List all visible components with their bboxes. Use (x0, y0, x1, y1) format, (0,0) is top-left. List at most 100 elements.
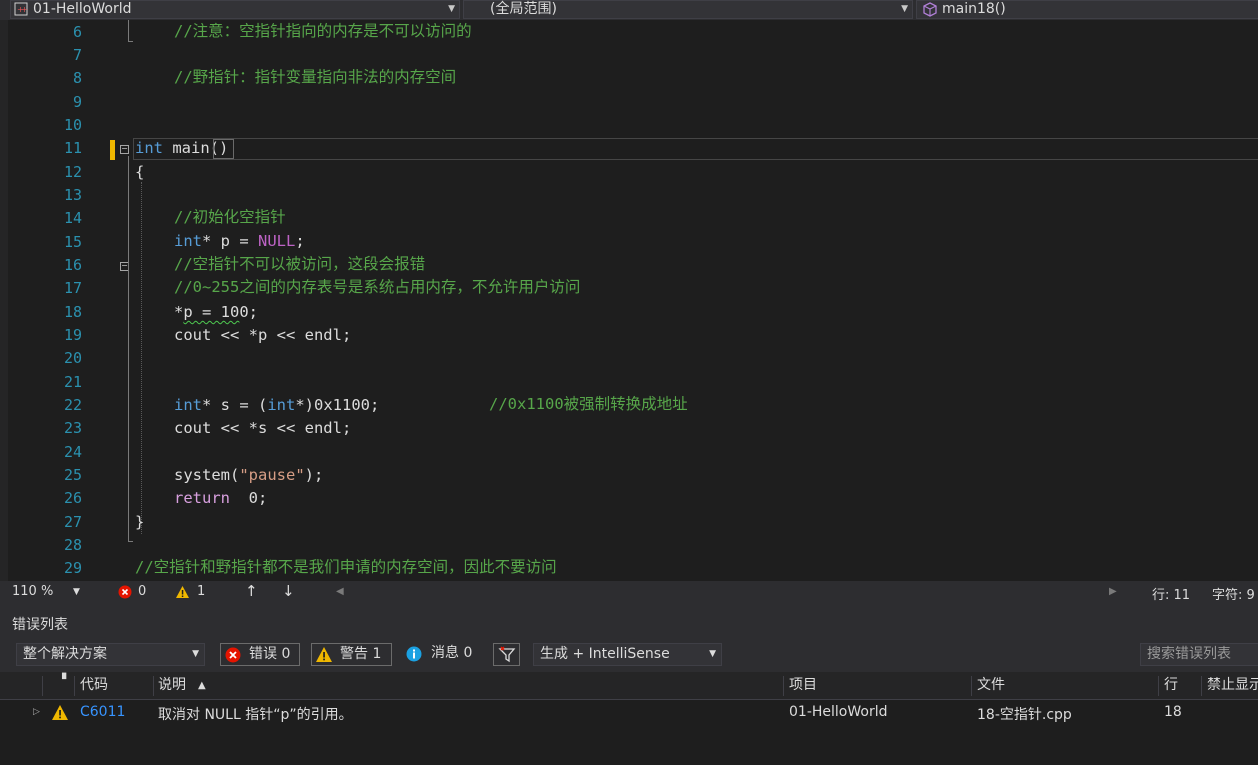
current-line-highlight (133, 138, 1258, 160)
errors-filter-label: 错误 0 (249, 646, 291, 662)
outline-guide-end (128, 41, 133, 42)
code-text: * (174, 303, 184, 321)
horizontal-scrollbar[interactable] (352, 581, 1104, 604)
code-text: system( (174, 466, 240, 484)
scroll-left-icon[interactable]: ◀ (336, 586, 344, 597)
chevron-down-icon: ▼ (192, 649, 199, 659)
column-separator[interactable] (783, 676, 784, 696)
column-separator[interactable] (153, 676, 154, 696)
line-number: 28 (63, 536, 82, 554)
line-number: 12 (63, 163, 82, 181)
line-number: 24 (63, 443, 82, 461)
chevron-down-icon[interactable]: ▼ (73, 587, 80, 597)
project-name: 01-HelloWorld (33, 1, 132, 17)
navigation-bar: + + 01-HelloWorld ▼ (全局范围) ▼ main18() (0, 0, 1258, 20)
code-line-18: *p = 100; (174, 302, 258, 322)
line-number: 7 (72, 46, 82, 64)
zoom-level[interactable]: 110 % (12, 584, 53, 599)
column-separator[interactable] (1158, 676, 1159, 696)
collapse-icon[interactable]: − (120, 145, 129, 154)
arrow-up-icon[interactable]: ↑ (245, 582, 258, 600)
column-separator[interactable] (42, 676, 43, 696)
code-line-19: cout << *p << endl; (174, 326, 352, 344)
column-header-file[interactable]: 文件 (977, 672, 1005, 699)
glyph-margin (8, 20, 32, 581)
chevron-down-icon: ▼ (901, 4, 908, 14)
arrow-down-icon[interactable]: ↓ (282, 582, 295, 600)
scope-label: (全局范围) (490, 1, 557, 17)
keyword: int (174, 232, 202, 250)
cpp-project-icon: + + (14, 2, 29, 16)
error-list-title: 错误列表 (12, 617, 68, 633)
scope-dropdown[interactable]: (全局范围) ▼ (463, 0, 913, 19)
code-line-23: cout << *s << endl; (174, 419, 352, 437)
sort-indicator-icon: ▘ (62, 673, 71, 686)
warning-description: 取消对 NULL 指针“p”的引用。 (158, 707, 353, 723)
change-indicator (110, 140, 115, 160)
warning-count[interactable]: 1 (197, 584, 205, 599)
warning-file: 18-空指针.cpp (977, 707, 1072, 723)
warning-line: 18 (1164, 704, 1182, 720)
error-list-toolbar: 整个解决方案 ▼ 错误 0 警告 1 消息 0 生成 + IntelliSens… (0, 638, 1258, 672)
column-header-line[interactable]: 行 (1164, 672, 1178, 699)
cursor-char: 字符: 9 (1212, 588, 1255, 603)
sort-ascending-icon: ▲ (198, 680, 206, 691)
column-header-code[interactable]: 代码 (80, 672, 108, 699)
line-number: 15 (63, 233, 82, 251)
line-number: 8 (72, 69, 82, 87)
error-list-title-bar: 错误列表 (0, 612, 1258, 638)
code-line-22: int* s = (int*)0x1100; (174, 395, 379, 415)
line-number: 10 (63, 116, 82, 134)
warnings-filter-button[interactable]: 警告 1 (311, 643, 392, 666)
column-header-description[interactable]: 说明 (158, 672, 186, 699)
line-number: 14 (63, 209, 82, 227)
chevron-down-icon: ▼ (448, 4, 455, 14)
column-separator[interactable] (74, 676, 75, 696)
line-number: 9 (72, 93, 82, 111)
error-count[interactable]: 0 (138, 584, 146, 599)
warning-squiggle[interactable]: p = 10 (183, 303, 239, 321)
brace-match-highlight (213, 139, 234, 159)
macro: NULL (258, 232, 296, 250)
project-dropdown[interactable]: + + 01-HelloWorld ▼ (10, 0, 460, 19)
funnel-filter-icon (498, 646, 516, 671)
column-header-project[interactable]: 项目 (789, 672, 817, 699)
errors-filter-button[interactable]: 错误 0 (220, 643, 300, 666)
chevron-down-icon: ▼ (709, 649, 716, 659)
build-source-dropdown[interactable]: 生成 + IntelliSense ▼ (533, 643, 722, 666)
scope-filter-dropdown[interactable]: 整个解决方案 ▼ (16, 643, 205, 666)
warnings-filter-label: 警告 1 (340, 646, 382, 662)
warning-project: 01-HelloWorld (789, 704, 888, 720)
line-number: 18 (63, 303, 82, 321)
column-separator[interactable] (971, 676, 972, 696)
line-number: 17 (63, 279, 82, 297)
search-error-list-input[interactable]: 搜索错误列表 (1140, 643, 1258, 666)
keyword: int (267, 396, 296, 414)
member-dropdown[interactable]: main18() (916, 0, 1258, 19)
splitter[interactable] (0, 604, 1258, 612)
line-number: 22 (63, 396, 82, 414)
code-text: 0; (230, 489, 268, 507)
expand-row-icon[interactable]: ▷ (33, 707, 40, 717)
code-text: *)0x1100; (295, 396, 380, 414)
column-separator[interactable] (1201, 676, 1202, 696)
messages-filter-button[interactable]: 消息 0 (403, 643, 483, 666)
line-number: 20 (63, 349, 82, 367)
keyword: int (135, 139, 163, 157)
table-row[interactable]: ▷ C6011 取消对 NULL 指针“p”的引用。 01-HelloWorld… (0, 700, 1258, 726)
line-number: 19 (63, 326, 82, 344)
filter-button[interactable] (493, 643, 520, 666)
column-header-suppression[interactable]: 禁止显示 (1207, 672, 1258, 699)
line-number: 13 (63, 186, 82, 204)
line-number: 23 (63, 419, 82, 437)
code-text: * s = ( (202, 396, 268, 414)
code-editor[interactable]: 6 7 8 9 10 11 12 13 14 15 16 17 18 19 20… (0, 20, 1258, 581)
warning-code-link[interactable]: C6011 (80, 704, 125, 720)
scroll-right-icon[interactable]: ▶ (1109, 586, 1117, 597)
code-text: ); (304, 466, 324, 484)
line-number: 26 (63, 489, 82, 507)
error-icon (225, 647, 241, 670)
warning-icon (51, 704, 69, 725)
line-number: 27 (63, 513, 82, 531)
error-icon (118, 585, 132, 603)
